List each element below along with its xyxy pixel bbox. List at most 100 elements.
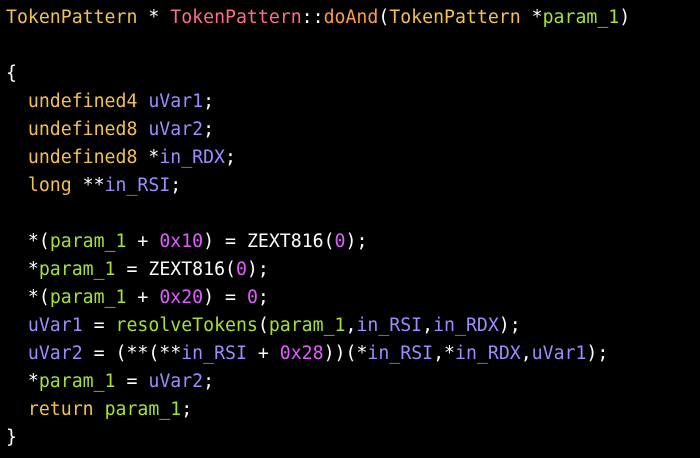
code-token-param[interactable]: param_1	[105, 399, 182, 420]
code-token-type[interactable]: TokenPattern	[6, 7, 137, 28]
code-token-function[interactable]: doAnd	[324, 7, 379, 28]
code-token-default[interactable]: ,	[422, 315, 433, 336]
code-token-default[interactable]: ;	[203, 371, 214, 392]
code-line[interactable]: }	[6, 424, 696, 452]
code-token-number[interactable]: 0	[236, 259, 247, 280]
code-line[interactable]: undefined4 uVar1;	[6, 88, 696, 116]
code-token-default[interactable]: *	[137, 7, 170, 28]
code-token-number[interactable]: 0x10	[159, 231, 203, 252]
code-token-default[interactable]: ;	[225, 147, 236, 168]
code-token-type[interactable]: long	[28, 175, 72, 196]
code-token-default[interactable]: ;	[181, 399, 192, 420]
code-token-default[interactable]: ::	[302, 7, 324, 28]
code-token-default[interactable]: }	[6, 427, 17, 448]
code-token-default[interactable]	[6, 119, 28, 140]
code-token-class-name[interactable]: TokenPattern	[170, 7, 301, 28]
code-token-number[interactable]: 0x20	[159, 287, 203, 308]
code-token-default[interactable]: ;	[170, 175, 181, 196]
code-token-variable[interactable]: uVar2	[148, 371, 203, 392]
code-line[interactable]: return param_1;	[6, 396, 696, 424]
code-token-type[interactable]: TokenPattern	[389, 7, 520, 28]
code-token-default[interactable]	[6, 343, 28, 364]
code-token-default[interactable]: (	[258, 315, 269, 336]
code-token-number[interactable]: 0x28	[280, 343, 324, 364]
code-line[interactable]: long **in_RSI;	[6, 172, 696, 200]
code-token-default[interactable]: =	[83, 315, 116, 336]
code-token-variable[interactable]: in_RDX	[159, 147, 225, 168]
code-line[interactable]: *param_1 = uVar2;	[6, 368, 696, 396]
code-token-default[interactable]: );	[499, 315, 521, 336]
code-token-call[interactable]: resolveTokens	[116, 315, 258, 336]
code-token-variable[interactable]: in_RDX	[433, 315, 499, 336]
code-token-default[interactable]: )	[619, 7, 630, 28]
code-line[interactable]: ​	[6, 200, 696, 228]
code-token-variable[interactable]: uVar1	[28, 315, 83, 336]
code-token-default[interactable]: ,*	[433, 343, 455, 364]
code-token-type[interactable]: undefined8	[28, 119, 138, 140]
code-token-default[interactable]: );	[247, 259, 269, 280]
code-token-default[interactable]: *	[6, 259, 39, 280]
code-token-number[interactable]: 0	[335, 231, 346, 252]
code-line[interactable]: uVar1 = resolveTokens(param_1,in_RSI,in_…	[6, 312, 696, 340]
code-token-default[interactable]: ) = ZEXT816(	[203, 231, 334, 252]
code-token-variable[interactable]: uVar1	[532, 343, 587, 364]
code-line[interactable]: {	[6, 60, 696, 88]
code-token-default[interactable]: +	[247, 343, 280, 364]
code-token-default[interactable]	[6, 147, 28, 168]
code-token-default[interactable]: = ZEXT816(	[116, 259, 236, 280]
code-line[interactable]: uVar2 = (**(**in_RSI + 0x28))(*in_RSI,*i…	[6, 340, 696, 368]
code-token-default[interactable]: *(	[6, 287, 50, 308]
code-token-variable[interactable]: in_RSI	[181, 343, 247, 364]
code-token-param[interactable]: param_1	[543, 7, 620, 28]
decompiled-code-view[interactable]: TokenPattern * TokenPattern::doAnd(Token…	[6, 4, 696, 454]
code-token-variable[interactable]: in_RDX	[455, 343, 521, 364]
code-token-param[interactable]: param_1	[50, 287, 127, 308]
code-token-variable[interactable]: in_RSI	[356, 315, 422, 336]
code-token-default[interactable]: +	[126, 231, 159, 252]
code-line[interactable]: *param_1 = ZEXT816(0);	[6, 256, 696, 284]
code-token-param[interactable]: param_1	[50, 231, 127, 252]
code-line[interactable]: undefined8 *in_RDX;	[6, 144, 696, 172]
code-token-default[interactable]: (	[378, 7, 389, 28]
code-token-param[interactable]: param_1	[39, 371, 116, 392]
code-token-default[interactable]: ,	[345, 315, 356, 336]
code-line[interactable]: undefined8 uVar2;	[6, 116, 696, 144]
code-token-default[interactable]: ;	[203, 119, 214, 140]
code-token-default[interactable]	[137, 91, 148, 112]
code-token-default[interactable]	[6, 91, 28, 112]
code-token-param[interactable]: param_1	[269, 315, 346, 336]
code-token-default[interactable]: {	[6, 63, 17, 84]
code-token-default[interactable]: ;	[258, 287, 269, 308]
code-token-default[interactable]: );	[586, 343, 608, 364]
code-token-default[interactable]: +	[126, 287, 159, 308]
code-line[interactable]: ​	[6, 32, 696, 60]
code-token-default[interactable]	[6, 399, 28, 420]
code-token-variable[interactable]: in_RSI	[105, 175, 171, 196]
code-token-default[interactable]	[6, 315, 28, 336]
code-line[interactable]: *(param_1 + 0x10) = ZEXT816(0);	[6, 228, 696, 256]
code-token-type[interactable]: undefined4	[28, 91, 138, 112]
code-token-variable[interactable]: uVar1	[148, 91, 203, 112]
code-token-default[interactable]: =	[116, 371, 149, 392]
code-token-default[interactable]: ;	[203, 91, 214, 112]
code-token-keyword[interactable]: return	[28, 399, 94, 420]
code-token-default[interactable]: ))(*	[324, 343, 368, 364]
code-token-default[interactable]: *	[137, 147, 159, 168]
code-token-default[interactable]	[137, 119, 148, 140]
code-token-param[interactable]: param_1	[39, 259, 116, 280]
code-token-default[interactable]	[6, 175, 28, 196]
code-token-default[interactable]: ) =	[203, 287, 247, 308]
code-token-default[interactable]: *(	[6, 231, 50, 252]
code-token-variable[interactable]: in_RSI	[367, 343, 433, 364]
code-token-variable[interactable]: uVar2	[148, 119, 203, 140]
code-token-default[interactable]: **	[72, 175, 105, 196]
code-token-default[interactable]: = (**(**	[83, 343, 182, 364]
code-token-default[interactable]: ,	[521, 343, 532, 364]
code-token-default[interactable]: );	[346, 231, 368, 252]
code-token-default[interactable]	[94, 399, 105, 420]
code-token-type[interactable]: undefined8	[28, 147, 138, 168]
code-token-default[interactable]: *	[6, 371, 39, 392]
code-token-number[interactable]: 0	[247, 287, 258, 308]
code-token-default[interactable]: *	[521, 7, 543, 28]
code-token-variable[interactable]: uVar2	[28, 343, 83, 364]
